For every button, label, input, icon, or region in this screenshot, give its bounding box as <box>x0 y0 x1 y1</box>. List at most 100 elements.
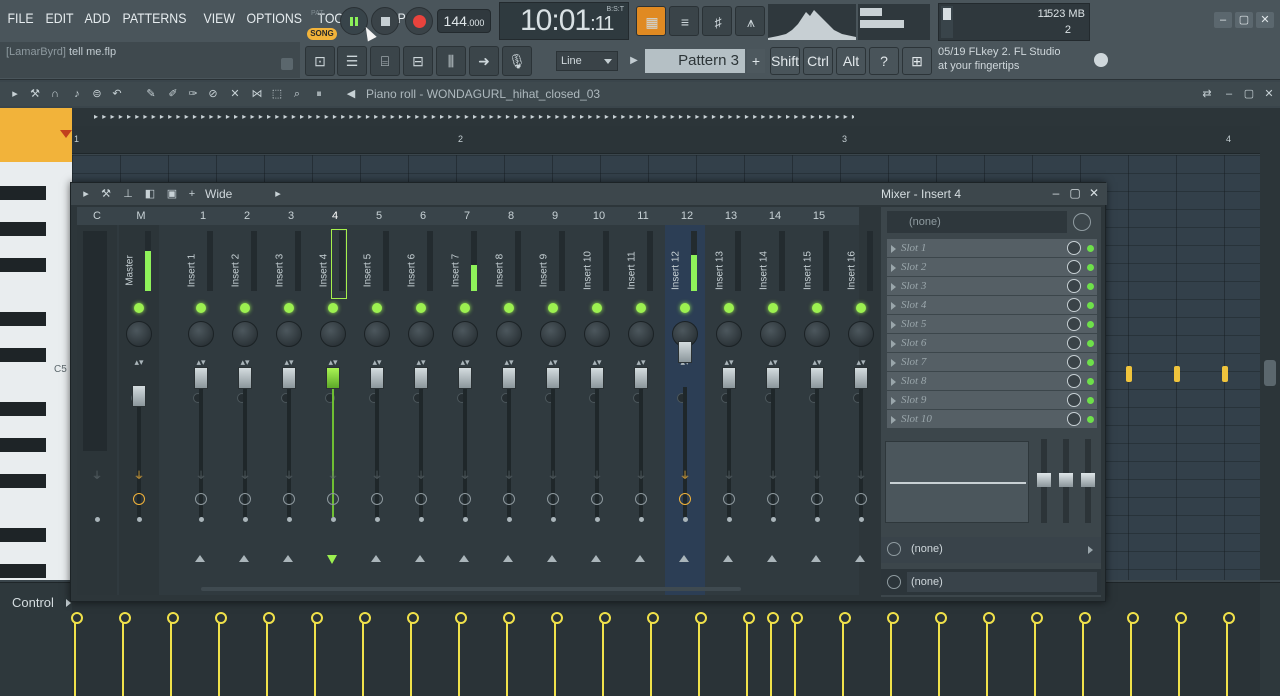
record-arm-icon[interactable]: ⏚ <box>680 471 690 483</box>
velocity-stem[interactable] <box>1175 612 1187 696</box>
scroll-thumb[interactable] <box>1264 360 1276 386</box>
enable-led[interactable] <box>134 303 144 313</box>
pr-arrow-icon[interactable]: ▸ <box>8 88 22 100</box>
menu-edit[interactable]: EDIT <box>42 10 77 26</box>
latency-icon[interactable] <box>723 493 735 505</box>
enable-led[interactable] <box>284 303 294 313</box>
typing-keyboard-button[interactable]: ▦ <box>636 6 666 36</box>
route-dot[interactable] <box>859 517 864 522</box>
route-arrow-icon[interactable] <box>679 555 689 562</box>
menu-view[interactable]: VIEW <box>200 10 239 26</box>
note[interactable] <box>1126 366 1132 382</box>
news-panel[interactable]: 05/19 FLkey 2. FL Studio at your fingert… <box>938 45 1108 77</box>
volume-fader[interactable] <box>810 367 824 389</box>
route-dot[interactable] <box>95 517 100 522</box>
enable-led[interactable] <box>240 303 250 313</box>
slot-mix-knob[interactable] <box>1067 355 1081 369</box>
enable-led[interactable] <box>328 303 338 313</box>
stop-button[interactable] <box>371 7 399 35</box>
slot-enable-led[interactable] <box>1087 359 1094 366</box>
slot-enable-led[interactable] <box>1087 397 1094 404</box>
velocity-stem[interactable] <box>503 612 515 696</box>
route-dot[interactable] <box>815 517 820 522</box>
latency-icon[interactable] <box>239 493 251 505</box>
mixer-minimize-button[interactable]: – <box>1049 186 1063 200</box>
recording-mic-button[interactable]: 🎙 <box>502 46 532 76</box>
slot-enable-led[interactable] <box>1087 416 1094 423</box>
pan-knob[interactable] <box>126 321 152 347</box>
black-key[interactable] <box>0 258 46 272</box>
route-dot[interactable] <box>595 517 600 522</box>
velocity-stem[interactable] <box>119 612 131 696</box>
enable-led[interactable] <box>724 303 734 313</box>
pr-maximize-button[interactable]: ▢ <box>1242 87 1256 101</box>
maximize-button[interactable]: ▢ <box>1235 12 1253 28</box>
slot-enable-led[interactable] <box>1087 340 1094 347</box>
cart-icon[interactable]: ⊞ <box>902 47 932 75</box>
snap-select[interactable]: Line <box>556 51 618 71</box>
eq-handle[interactable] <box>1037 473 1051 487</box>
velocity-stem[interactable] <box>599 612 611 696</box>
record-arm-icon[interactable]: ⏚ <box>196 471 206 483</box>
route-dot[interactable] <box>507 517 512 522</box>
pan-knob[interactable] <box>188 321 214 347</box>
volume-fader[interactable] <box>132 385 146 407</box>
volume-fader[interactable] <box>414 367 428 389</box>
latency-icon[interactable] <box>855 493 867 505</box>
velocity-stem[interactable] <box>695 612 707 696</box>
mixer-close-button[interactable]: ✕ <box>1087 186 1101 200</box>
volume-fader[interactable] <box>502 367 516 389</box>
eq-handle[interactable] <box>1081 473 1095 487</box>
route-dot[interactable] <box>137 517 142 522</box>
slot-mix-knob[interactable] <box>1067 241 1081 255</box>
plugin-picker-button[interactable]: ➜ <box>469 46 499 76</box>
record-arm-icon[interactable]: ⏚ <box>856 471 866 483</box>
volume-fader[interactable] <box>194 367 208 389</box>
velocity-stem[interactable] <box>215 612 227 696</box>
brush-icon[interactable]: ✐ <box>166 88 180 100</box>
slot-enable-led[interactable] <box>1087 283 1094 290</box>
route-dot[interactable] <box>771 517 776 522</box>
black-key[interactable] <box>0 474 46 488</box>
insert-strip[interactable]: Insert 4 ▴▾ ⏚ <box>313 225 353 595</box>
pan-knob[interactable] <box>540 321 566 347</box>
record-arm-icon[interactable]: ⏚ <box>92 471 102 483</box>
velocity-stem[interactable] <box>407 612 419 696</box>
black-key[interactable] <box>0 528 46 542</box>
record-arm-icon[interactable]: ⏚ <box>812 471 822 483</box>
fx-slot[interactable]: Slot 7 <box>887 353 1097 372</box>
lock-icon[interactable] <box>281 58 293 70</box>
route-dot[interactable] <box>375 517 380 522</box>
velocity-stem[interactable] <box>743 612 755 696</box>
volume-fader[interactable] <box>766 367 780 389</box>
route-dot[interactable] <box>199 517 204 522</box>
black-key[interactable] <box>0 186 46 200</box>
menu-options[interactable]: OPTIONS <box>243 10 305 26</box>
eq-band-slider[interactable] <box>1059 439 1073 523</box>
black-key[interactable] <box>0 438 46 452</box>
close-button[interactable]: ✕ <box>1256 12 1274 28</box>
latency-icon[interactable] <box>811 493 823 505</box>
mixer-layout-icon[interactable]: ▣ <box>165 188 179 200</box>
record-arm-icon[interactable]: ⏚ <box>372 471 382 483</box>
insert-strip[interactable]: Insert 3 ▴▾ ⏚ <box>269 225 309 595</box>
vertical-scrollbar[interactable] <box>1260 108 1280 580</box>
enable-led[interactable] <box>680 303 690 313</box>
black-key[interactable] <box>0 348 46 362</box>
velocity-stem[interactable] <box>263 612 275 696</box>
piano-roll-corner[interactable] <box>0 108 72 162</box>
piano-roll-button[interactable]: ⌸ <box>370 46 400 76</box>
route-dot[interactable] <box>639 517 644 522</box>
enable-led[interactable] <box>504 303 514 313</box>
route-dot[interactable] <box>419 517 424 522</box>
black-key[interactable] <box>0 222 46 236</box>
note[interactable] <box>1174 366 1180 382</box>
fx-slot[interactable]: Slot 6 <box>887 334 1097 353</box>
enable-led[interactable] <box>548 303 558 313</box>
route-dot[interactable] <box>287 517 292 522</box>
record-button[interactable] <box>405 7 433 35</box>
enable-led[interactable] <box>460 303 470 313</box>
route-dot[interactable] <box>551 517 556 522</box>
route-arrow-icon[interactable] <box>855 555 865 562</box>
slot-mix-knob[interactable] <box>1067 298 1081 312</box>
